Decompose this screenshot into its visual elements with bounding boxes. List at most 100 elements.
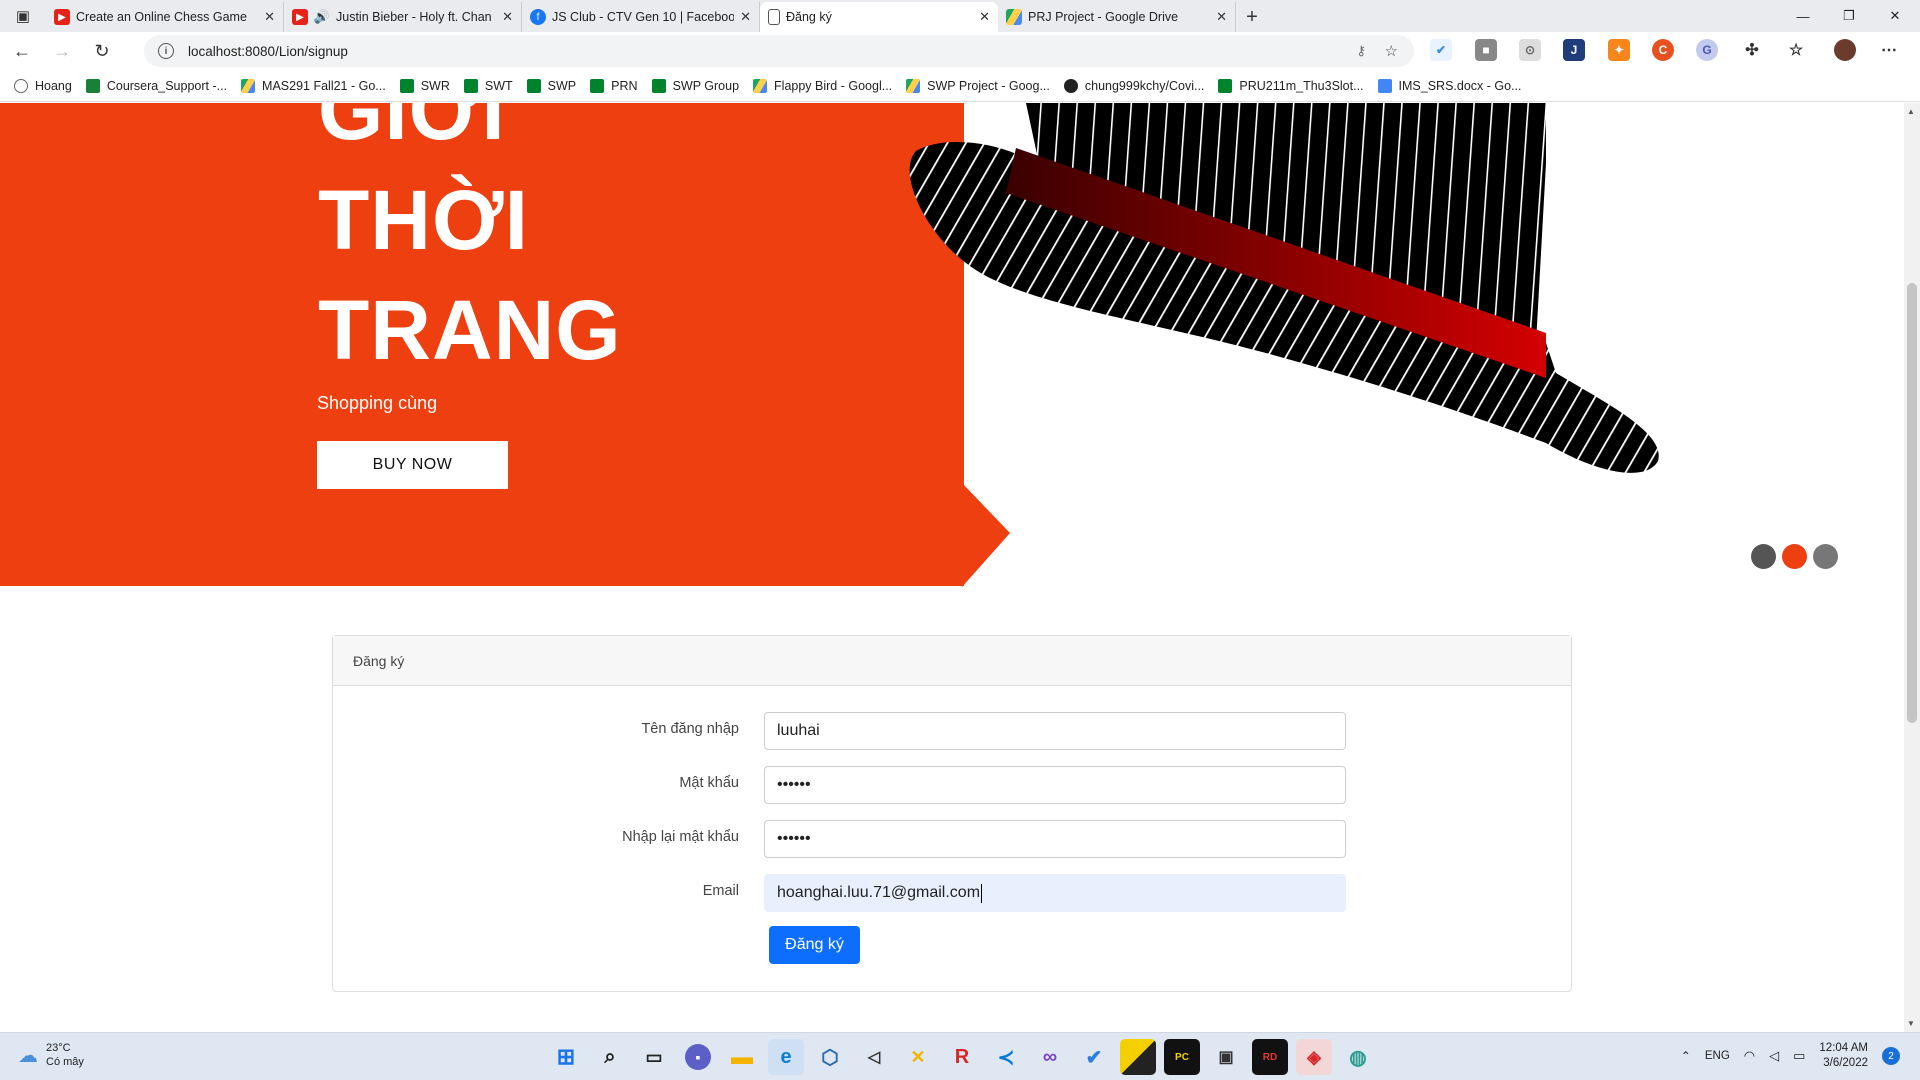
bookmarks-bar: Hoang Coursera_Support -... MAS291 Fall2… — [0, 70, 1920, 102]
youtube-icon: ▶ — [292, 9, 308, 25]
extension-icon[interactable]: ✔ — [1430, 39, 1452, 61]
app-icon[interactable]: ▣ — [1208, 1039, 1244, 1075]
email-input[interactable]: hoanghai.luu.71@gmail.com — [764, 874, 1346, 912]
scrollbar-thumb[interactable] — [1907, 283, 1917, 723]
meet-icon — [463, 78, 478, 93]
bookmark-item[interactable]: SWR — [399, 78, 450, 93]
chat-icon[interactable]: ▪ — [685, 1044, 711, 1070]
extension-icon[interactable]: J — [1563, 39, 1585, 61]
username-input[interactable]: luuhai — [764, 712, 1346, 750]
windows-start-icon[interactable]: ⊞ — [548, 1039, 584, 1075]
rider-icon[interactable]: RD — [1252, 1039, 1288, 1075]
favorites-icon[interactable]: ☆ — [1785, 39, 1807, 61]
pycharm-icon[interactable]: PC — [1164, 1039, 1200, 1075]
bookmark-item[interactable]: Coursera_Support -... — [85, 78, 227, 93]
volume-icon[interactable]: ◁ — [1769, 1048, 1779, 1064]
bookmark-item[interactable]: SWT — [463, 78, 513, 93]
edge-browser-icon[interactable]: e — [768, 1039, 804, 1075]
password-key-icon[interactable]: ⚷ — [1356, 43, 1366, 59]
file-explorer-icon[interactable]: ▬ — [724, 1039, 760, 1075]
signup-card: Đăng ký Tên đăng nhập luuhai Mật khẩu ••… — [332, 635, 1572, 992]
extension-icon[interactable]: G — [1696, 39, 1718, 61]
password-input[interactable]: •••••• — [764, 766, 1346, 804]
bookmark-item[interactable]: IMS_SRS.docx - Go... — [1377, 78, 1522, 93]
bookmark-item[interactable]: SWP Project - Goog... — [906, 78, 1050, 93]
task-view-icon[interactable]: ▭ — [636, 1039, 672, 1075]
bookmark-item[interactable]: chung999kchy/Covi... — [1063, 78, 1204, 93]
add-favorite-icon[interactable]: ☆ — [1385, 42, 1398, 60]
new-tab-button[interactable]: + — [1236, 2, 1268, 32]
app-icon[interactable] — [1120, 1039, 1156, 1075]
search-icon[interactable]: ⌕ — [592, 1039, 628, 1075]
page-scrollbar[interactable]: ▲ ▼ — [1904, 103, 1920, 1032]
close-window-icon[interactable]: ✕ — [1872, 0, 1918, 32]
tab-title: JS Club - CTV Gen 10 | Facebook — [552, 10, 735, 24]
metamask-icon[interactable]: ✦ — [1608, 39, 1630, 61]
forward-icon[interactable]: → — [44, 35, 80, 67]
vscode-icon[interactable]: ≺ — [988, 1039, 1024, 1075]
tab-close-icon[interactable]: ✕ — [979, 9, 990, 25]
app-icon[interactable]: R — [944, 1039, 980, 1075]
tab-3[interactable]: f JS Club - CTV Gen 10 | Facebook ✕ — [522, 2, 760, 32]
bookmark-item[interactable]: Hoang — [14, 78, 72, 93]
email-label: Email — [702, 883, 739, 899]
wifi-icon[interactable]: ◠ — [1744, 1048, 1755, 1064]
meet-icon — [651, 78, 666, 93]
bookmark-item[interactable]: SWP Group — [651, 78, 739, 93]
carousel-dot-3[interactable] — [1813, 544, 1838, 569]
tab-close-icon[interactable]: ✕ — [264, 9, 275, 25]
scroll-down-icon[interactable]: ▼ — [1907, 1019, 1915, 1028]
profile-avatar[interactable] — [1834, 39, 1856, 61]
tab-close-icon[interactable]: ✕ — [502, 9, 513, 25]
confirm-password-input[interactable]: •••••• — [764, 820, 1346, 858]
signup-submit-button[interactable]: Đăng ký — [769, 926, 860, 964]
app-icon[interactable]: ✕ — [900, 1039, 936, 1075]
tab-title: Justin Bieber - Holy ft. Chan — [336, 10, 492, 24]
tab-close-icon[interactable]: ✕ — [740, 9, 751, 25]
site-info-icon[interactable]: i — [158, 43, 174, 59]
globe-icon[interactable]: ◍ — [1340, 1039, 1376, 1075]
bookmark-item[interactable]: MAS291 Fall21 - Go... — [241, 78, 386, 93]
back-icon[interactable]: ← — [4, 35, 40, 67]
bookmark-item[interactable]: PRN — [590, 78, 638, 93]
bookmark-item[interactable]: Flappy Bird - Googl... — [753, 78, 892, 93]
battery-icon[interactable]: ▭ — [1793, 1048, 1805, 1064]
extensions-puzzle-icon[interactable]: ✣ — [1741, 39, 1763, 61]
visual-studio-icon[interactable]: ∞ — [1032, 1039, 1068, 1075]
tray-overflow-icon[interactable]: ⌃ — [1681, 1049, 1691, 1063]
bookmark-item[interactable]: SWP — [526, 78, 576, 93]
app-icon[interactable]: ◁ — [856, 1039, 892, 1075]
refresh-icon[interactable]: ↻ — [84, 35, 120, 67]
app-icon[interactable]: ⬡ — [812, 1039, 848, 1075]
tab-4-active[interactable]: Đăng ký ✕ — [760, 2, 998, 32]
tab-2[interactable]: ▶ 🔊 Justin Bieber - Holy ft. Chan ✕ — [284, 2, 522, 32]
system-tray: ⌃ ENG ◠ ◁ ▭ 12:04 AM 3/6/2022 2 — [1681, 1041, 1900, 1071]
extension-icon[interactable]: C — [1652, 39, 1674, 61]
tab-close-icon[interactable]: ✕ — [1216, 9, 1227, 25]
tab-1[interactable]: ▶ Create an Online Chess Game ✕ — [46, 2, 284, 32]
tab-actions-menu-icon[interactable]: ▣ — [0, 0, 46, 32]
clock[interactable]: 12:04 AM 3/6/2022 — [1819, 1041, 1868, 1071]
restore-icon[interactable]: ❐ — [1826, 0, 1872, 32]
app-icon[interactable]: ◈ — [1296, 1039, 1332, 1075]
carousel-dot-1[interactable] — [1751, 544, 1776, 569]
facebook-icon: f — [530, 9, 546, 25]
scroll-up-icon[interactable]: ▲ — [1907, 107, 1915, 116]
carousel-dot-2-active[interactable] — [1782, 544, 1807, 569]
weather-widget[interactable]: ☁ 23°C Có mây — [18, 1041, 84, 1069]
notification-badge[interactable]: 2 — [1882, 1047, 1900, 1065]
audio-playing-icon[interactable]: 🔊 — [314, 9, 330, 25]
page-viewport: GIỚI THỜI TRANG Shopping cùng BUY NOW Đă… — [0, 103, 1904, 1032]
extension-icon[interactable]: ■ — [1475, 39, 1497, 61]
url-text[interactable]: localhost:8080/Lion/signup — [188, 44, 348, 59]
minimize-icon[interactable]: — — [1780, 0, 1826, 32]
bookmark-item[interactable]: PRU211m_Thu3Slot... — [1218, 78, 1364, 93]
tab-title: Đăng ký — [786, 10, 832, 24]
todo-icon[interactable]: ✔ — [1076, 1039, 1112, 1075]
extension-icon[interactable]: ⊙ — [1519, 39, 1541, 61]
tab-5[interactable]: PRJ Project - Google Drive ✕ — [998, 2, 1236, 32]
address-bar[interactable]: i localhost:8080/Lion/signup ⚷ ☆ — [144, 35, 1414, 67]
language-indicator[interactable]: ENG — [1705, 1050, 1730, 1062]
buy-now-button[interactable]: BUY NOW — [317, 441, 508, 489]
more-menu-icon[interactable]: ⋯ — [1878, 39, 1900, 61]
